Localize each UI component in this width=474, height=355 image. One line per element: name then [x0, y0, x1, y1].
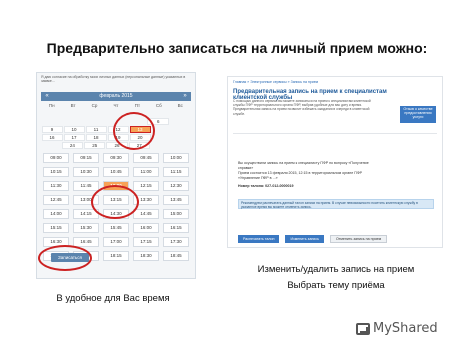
- highlight-ellipse-time: [91, 185, 139, 219]
- breadcrumb[interactable]: Главная » Электронные сервисы » Запись н…: [233, 80, 318, 84]
- time-slot[interactable]: 18:15: [103, 251, 129, 261]
- feedback-button[interactable]: Отзыв о качестве предоставления услуги: [400, 106, 436, 123]
- calendar-day: [151, 142, 170, 149]
- time-slot[interactable]: 10:00: [163, 153, 189, 163]
- slide-title: Предварительно записаться на личный прие…: [46, 40, 428, 56]
- page-description: С помощью данного сервиса вы можете запи…: [233, 99, 371, 116]
- calendar-day[interactable]: 25: [84, 141, 106, 149]
- myshared-logo-icon: [356, 322, 370, 335]
- time-slot[interactable]: 15:00: [163, 209, 189, 219]
- calendar-day: [170, 110, 190, 117]
- calendar-day: [42, 142, 61, 149]
- calendar-day: [172, 134, 191, 141]
- time-slot[interactable]: 15:45: [103, 223, 129, 233]
- time-slot[interactable]: 11:30: [43, 181, 69, 191]
- confirmation-intro: Вы осуществили запись на прием к специал…: [238, 161, 369, 170]
- time-slot[interactable]: 18:30: [133, 251, 159, 261]
- myshared-logo: MyShared: [356, 321, 438, 336]
- time-slot[interactable]: 09:15: [73, 153, 99, 163]
- appointment-confirmation-panel: Главная » Электронные сервисы » Запись н…: [227, 76, 443, 248]
- calendar-day: [171, 142, 190, 149]
- time-slot-row: 09:00 09:15 09:30 09:45 10:00: [41, 153, 191, 163]
- cancel-appointment-button[interactable]: Отменить запись на прием: [329, 235, 388, 243]
- caption-left: В удобное для Вас время: [56, 293, 170, 304]
- consent-text: Я даю согласие на обработку моих личных …: [41, 75, 186, 83]
- appointment-details: Прием состоится 13 февраля 2015, 12:15 в…: [238, 171, 362, 180]
- calendar-header: « февраль 2015 »: [41, 92, 191, 101]
- ticket-number: Номер талона: 027-012-0000019: [238, 184, 294, 188]
- highlight-ellipse-submit: [38, 245, 92, 271]
- time-slot[interactable]: 17:00: [103, 237, 129, 247]
- calendar-day[interactable]: 24: [61, 141, 84, 149]
- time-slot[interactable]: 12:30: [163, 181, 189, 191]
- divider: [233, 133, 437, 134]
- calendar-day[interactable]: 10: [63, 125, 85, 133]
- calendar-day[interactable]: 9: [41, 125, 63, 133]
- calendar-day: [84, 110, 104, 117]
- calendar-day: [170, 118, 190, 125]
- time-slot[interactable]: 14:00: [43, 209, 69, 219]
- calendar-day: [149, 110, 169, 117]
- weekday-label: Ср: [91, 102, 98, 108]
- logo-text: MyShared: [373, 321, 438, 336]
- weekday-label: Вт: [70, 102, 76, 108]
- time-slot-row: 10:15 10:30 10:45 11:00 11:15: [41, 167, 191, 177]
- time-slot[interactable]: 13:45: [163, 195, 189, 205]
- calendar-day: [42, 110, 62, 117]
- calendar-day[interactable]: 11: [85, 125, 107, 133]
- time-slot[interactable]: 11:45: [73, 181, 99, 191]
- calendar-day: [63, 110, 83, 117]
- time-slot[interactable]: 15:30: [73, 223, 99, 233]
- time-slot[interactable]: 18:45: [163, 251, 189, 261]
- time-slot[interactable]: 14:45: [133, 209, 159, 219]
- calendar-day: [172, 126, 191, 133]
- time-slot[interactable]: 09:45: [133, 153, 159, 163]
- time-slot[interactable]: 10:15: [43, 167, 69, 177]
- weekday-row: Пн Вт Ср Чт Пт Сб Вс: [41, 101, 191, 109]
- time-slot[interactable]: 09:00: [43, 153, 69, 163]
- time-slot[interactable]: 09:30: [103, 153, 129, 163]
- calendar-day[interactable]: 17: [63, 133, 85, 141]
- calendar-month-label: февраль 2015: [99, 93, 133, 99]
- time-slot[interactable]: 17:30: [163, 237, 189, 247]
- time-slot[interactable]: 16:00: [133, 223, 159, 233]
- calendar-week-row: [41, 109, 191, 117]
- time-slot[interactable]: 11:15: [163, 167, 189, 177]
- weekday-label: Сб: [155, 102, 162, 108]
- highlight-ellipse-calendar: [113, 112, 155, 150]
- change-appointment-button[interactable]: Изменить запись: [285, 235, 324, 243]
- calendar-next-button[interactable]: »: [180, 92, 190, 101]
- weekday-label: Пн: [48, 102, 55, 108]
- calendar-week-row: 24 25 26 27: [41, 141, 191, 149]
- info-notice: Рекомендуем распечатать данный талон зап…: [238, 199, 434, 209]
- weekday-label: Вс: [177, 102, 183, 108]
- time-slot[interactable]: 12:45: [43, 195, 69, 205]
- weekday-label: Чт: [113, 102, 119, 108]
- time-slot[interactable]: 17:15: [133, 237, 159, 247]
- time-slot[interactable]: 10:30: [73, 167, 99, 177]
- time-slot[interactable]: 10:45: [103, 167, 129, 177]
- weekday-label: Пт: [134, 102, 141, 108]
- time-slot[interactable]: 12:15: [133, 181, 159, 191]
- calendar-prev-button[interactable]: «: [42, 92, 52, 101]
- time-slot-row: 15:15 15:30 15:45 16:00 16:15: [41, 223, 191, 233]
- time-slot[interactable]: 15:15: [43, 223, 69, 233]
- caption-change: Изменить/удалить запись на прием: [257, 264, 415, 275]
- time-slot[interactable]: 16:15: [163, 223, 189, 233]
- calendar-day[interactable]: 18: [85, 133, 107, 141]
- action-buttons: Распечатать талон Изменить запись Отмени…: [238, 235, 388, 243]
- calendar-day: [42, 118, 62, 125]
- calendar-day: [84, 118, 104, 125]
- caption-topic: Выбрать тему приёма: [287, 280, 385, 291]
- time-slot[interactable]: 11:00: [133, 167, 159, 177]
- calendar-day: [63, 118, 83, 125]
- calendar-day[interactable]: 16: [41, 133, 63, 141]
- print-ticket-button[interactable]: Распечатать талон: [238, 235, 280, 243]
